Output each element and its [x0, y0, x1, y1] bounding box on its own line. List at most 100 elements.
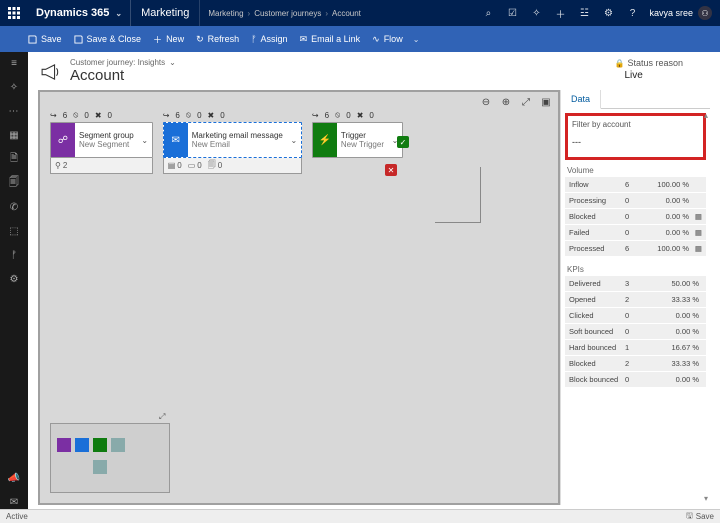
detail-icon[interactable]: ▦	[692, 212, 702, 221]
user-menu[interactable]: kavya sree ⚇	[649, 6, 712, 20]
settings-gear-icon[interactable]: ⚙	[601, 6, 615, 20]
megaphone-icon[interactable]: 📣	[7, 471, 21, 485]
tile-badge-icon: ✉	[164, 123, 188, 157]
chevron-down-icon[interactable]: ⌄	[287, 123, 301, 157]
metric-name: Inflow	[569, 180, 625, 189]
clipboard-icon[interactable]: 🗐	[7, 176, 21, 190]
filter-by-account[interactable]: Filter by account ---	[565, 113, 706, 160]
new-button[interactable]: ＋New	[153, 33, 184, 46]
gear-icon[interactable]: ⚙	[7, 272, 21, 286]
tile-badge-icon: ⚡	[313, 123, 337, 157]
metric-name: Delivered	[569, 279, 625, 288]
metric-name: Opened	[569, 295, 625, 304]
chevron-down-icon[interactable]: ⌄	[138, 123, 152, 157]
task-icon[interactable]: ☑	[505, 6, 519, 20]
stage-tile[interactable]: ⚡ TriggerNew Trigger ⌄	[312, 122, 403, 158]
phone-icon[interactable]: ✆	[7, 200, 21, 214]
tile-subrow[interactable]: ▤0▭0🗐0	[163, 158, 302, 174]
entity-icon[interactable]: ▦	[7, 128, 21, 142]
status-save[interactable]: 🖫Save	[686, 510, 714, 523]
tile-title: Marketing email message	[192, 131, 283, 140]
metric-name: Block bounced	[569, 375, 625, 384]
tile-badge-icon: ☍	[51, 123, 75, 157]
breadcrumb-item[interactable]: Account	[332, 9, 361, 18]
filter-label: Filter by account	[572, 120, 699, 129]
filter-icon[interactable]: ☳	[577, 6, 591, 20]
metric-row: Block bounced 0 0.00 %	[565, 372, 706, 388]
save-button[interactable]: Save	[28, 34, 62, 44]
metric-count: 6	[625, 180, 645, 189]
metric-name: Soft bounced	[569, 327, 625, 336]
main-content: Customer journey: Insights ⌄ Account 🔒St…	[28, 52, 720, 509]
chart-icon[interactable]: ⬚	[7, 224, 21, 238]
app-name[interactable]: Marketing	[131, 0, 200, 26]
fit-button[interactable]: ⤢	[520, 96, 532, 108]
record-subtitle-row[interactable]: Customer journey: Insights ⌄	[70, 58, 176, 67]
subrow-icon: 🗐	[208, 159, 216, 173]
error-icon: ✖	[208, 111, 215, 120]
breadcrumb-item[interactable]: Customer journeys	[254, 9, 321, 18]
stage-tile[interactable]: ✉ Marketing email messageNew Email ⌄	[163, 122, 302, 158]
menu-icon[interactable]: ≡	[7, 56, 21, 70]
metric-name: Blocked	[569, 359, 625, 368]
metric-count: 0	[625, 311, 645, 320]
record-state: Active	[6, 512, 28, 521]
lightbulb-icon[interactable]: ✧	[529, 6, 543, 20]
kpi-section-title: KPIs	[567, 265, 706, 274]
product-switcher[interactable]: Dynamics 365⌄	[28, 0, 131, 26]
email-link-button[interactable]: ✉Email a Link	[300, 34, 361, 45]
product-name: Dynamics 365	[36, 7, 109, 19]
metric-count: 3	[625, 279, 645, 288]
pin-icon[interactable]: ✧	[7, 80, 21, 94]
metric-name: Clicked	[569, 311, 625, 320]
chevron-right-icon: ›	[325, 9, 328, 18]
minimap[interactable]: ⤢	[50, 423, 170, 493]
stage-stats: ↪6 ⦸0 ✖0	[312, 110, 403, 120]
metric-pct: 0.00 %	[645, 212, 692, 221]
kpi-rows: Delivered 3 50.00 % Opened 2 33.33 % Cli…	[565, 276, 706, 388]
metric-row: Opened 2 33.33 %	[565, 292, 706, 308]
journey-stage: ↪6 ⦸0 ✖0✉ Marketing email messageNew Ema…	[163, 110, 302, 174]
assign-button[interactable]: ᚠAssign	[251, 34, 287, 44]
help-icon[interactable]: ?	[625, 6, 639, 20]
metric-name: Hard bounced	[569, 343, 625, 352]
zoom-out-button[interactable]: ⊖	[480, 96, 492, 108]
document-icon[interactable]: 🗎	[7, 152, 21, 166]
insights-side-panel: Data ▴ Filter by account --- Volume Infl…	[560, 90, 710, 505]
person-icon[interactable]: ᚠ	[7, 248, 21, 262]
volume-rows: Inflow 6 100.00 % Processing 0 0.00 % Bl…	[565, 177, 706, 257]
metric-count: 0	[625, 228, 645, 237]
refresh-icon: ↻	[196, 34, 204, 45]
chevron-up-icon[interactable]: ▴	[704, 111, 708, 120]
detail-icon[interactable]: ▦	[692, 244, 702, 253]
chevron-down-icon[interactable]: ▾	[704, 494, 708, 503]
refresh-button[interactable]: ↻Refresh	[196, 34, 239, 45]
detail-icon[interactable]: ▦	[692, 228, 702, 237]
breadcrumb-item[interactable]: Marketing	[208, 9, 243, 18]
flow-button[interactable]: ∿Flow⌄	[372, 34, 419, 45]
more-icon[interactable]: ⋯	[7, 104, 21, 118]
expand-icon[interactable]: ⤢	[159, 412, 169, 422]
journey-canvas[interactable]: ⊖ ⊕ ⤢ ▣ ↪6 ⦸0 ✖0☍ Segment groupNew Segme…	[38, 90, 560, 505]
zoom-in-button[interactable]: ⊕	[500, 96, 512, 108]
mail-icon[interactable]: ✉	[7, 495, 21, 509]
metric-count: 0	[625, 212, 645, 221]
save-close-button[interactable]: Save & Close	[74, 34, 142, 44]
metric-pct: 0.00 %	[645, 196, 692, 205]
plus-icon: ＋	[153, 33, 162, 46]
journey-stage: ↪6 ⦸0 ✖0☍ Segment groupNew Segment ⌄⚲2	[50, 110, 153, 174]
metric-pct: 0.00 %	[645, 327, 702, 336]
search-icon[interactable]: ⌕	[481, 6, 495, 20]
stage-tile[interactable]: ☍ Segment groupNew Segment ⌄	[50, 122, 153, 158]
minimap-node	[75, 438, 89, 452]
tab-data[interactable]: Data	[561, 90, 601, 109]
snapshot-button[interactable]: ▣	[540, 96, 552, 108]
tile-subrow[interactable]: ⚲2	[50, 158, 153, 174]
metric-count: 6	[625, 244, 645, 253]
flow-icon: ∿	[372, 34, 380, 45]
tile-subtitle: New Email	[192, 140, 283, 149]
add-icon[interactable]: ＋	[553, 6, 567, 20]
breadcrumb: Marketing› Customer journeys› Account	[200, 9, 369, 18]
metric-name: Blocked	[569, 212, 625, 221]
app-launcher-button[interactable]	[0, 0, 28, 26]
